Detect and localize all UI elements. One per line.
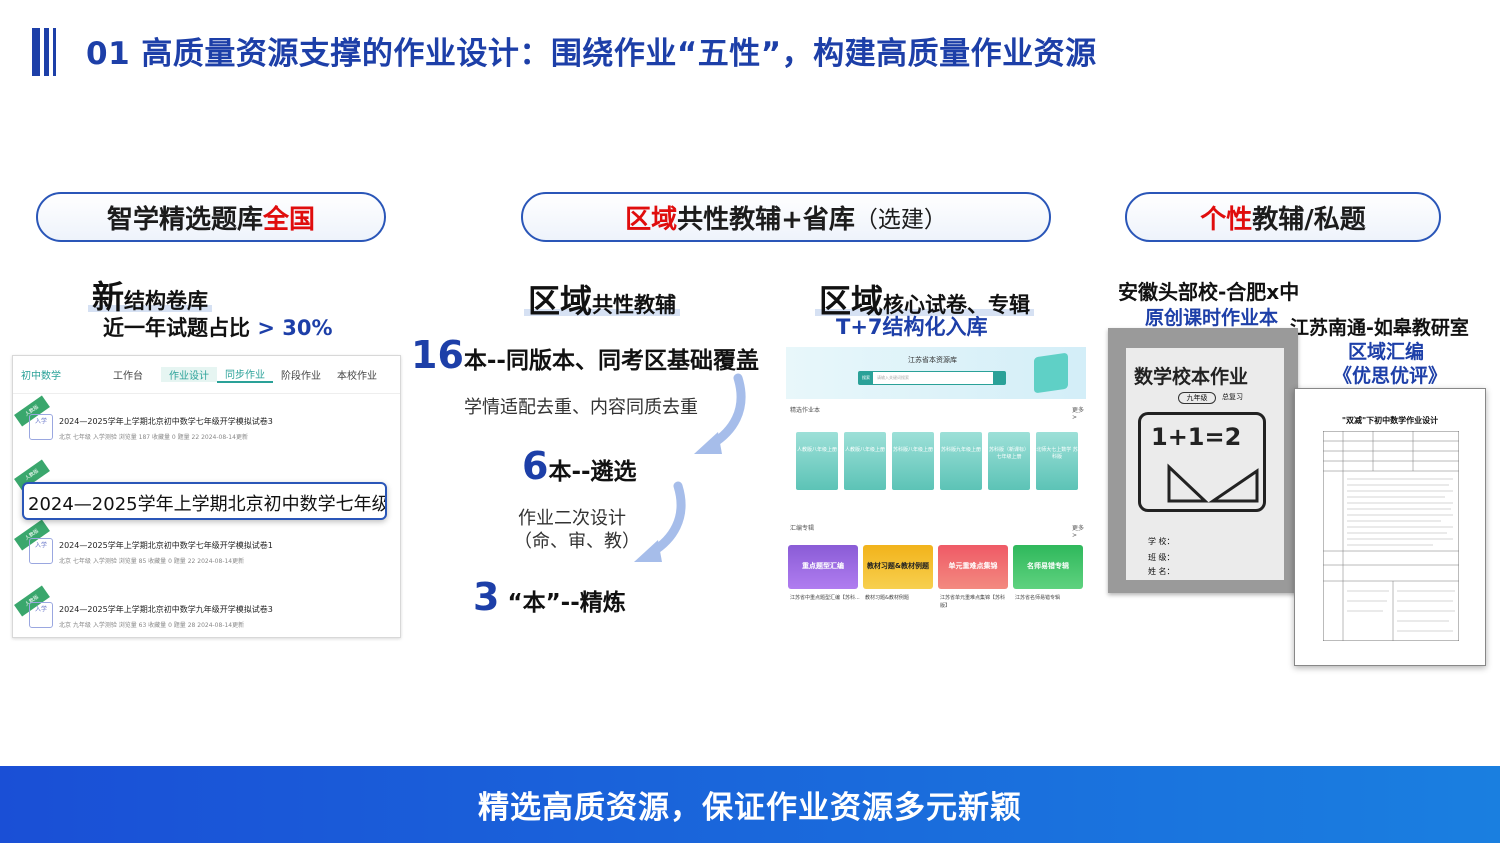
workbook-title: 数学校本作业 <box>1134 366 1249 388</box>
line-6-num: 6 <box>522 444 549 488</box>
tab-workbench[interactable]: 工作台 <box>105 367 161 382</box>
book-cover[interactable]: 人教版八年级上册 <box>796 432 838 490</box>
pill-left-part2: 全国 <box>263 204 316 235</box>
left-heading-rest: 结构卷库 <box>124 289 209 313</box>
book-cover[interactable]: 苏科版（新课标）七年级上册 <box>988 432 1030 490</box>
ruler-triangle-icon <box>1167 463 1259 503</box>
book-illustration-icon <box>1034 352 1068 394</box>
center-col1-heading: 区域共性教辅 <box>524 276 681 322</box>
line-3-num: 3 <box>473 575 500 619</box>
school-workbook-photo: 数学校本作业 九年级 总复习 1+1=2 学 校： 班 级： 姓 名： <box>1108 328 1298 593</box>
more-link[interactable]: 更多 > <box>1072 523 1086 539</box>
item-meta: 北京 九年级 入学测验 浏览量 63 收藏量 0 题量 28 2024-08-1… <box>59 622 245 629</box>
line-3: 3 “本”--精炼 <box>473 575 626 619</box>
center-col1-rest: 共性教辅 <box>592 293 677 317</box>
workbook-grade: 九年级 <box>1178 392 1216 404</box>
pill-center-dark: 共性教辅+省库 <box>677 204 855 235</box>
doc-icon: 入学 <box>29 538 53 564</box>
left-heading-big: 新 <box>92 278 125 316</box>
line-16-sub: 学情适配去重、内容同质去重 <box>464 397 698 418</box>
blackboard-icon: 1+1=2 <box>1138 412 1266 512</box>
footer-banner: 精选高质资源，保证作业资源多元新颖 <box>0 766 1500 843</box>
card-caption: 江苏省名师易错专辑 <box>1015 595 1061 601</box>
school1-sub: 原创课时作业本 <box>1145 307 1279 329</box>
pill-center-red: 区域 <box>625 204 678 235</box>
pill-right-dark: 教辅/私题 <box>1252 204 1366 235</box>
footer-text: 精选高质资源，保证作业资源多元新颖 <box>478 790 1022 826</box>
list-item[interactable]: 人教版 入学 2024—2025学年上学期北京初中数学九年级开学模拟试卷3 北京… <box>13 585 400 637</box>
card-caption: 教材习题&教材例题 <box>865 595 909 601</box>
compilation-card[interactable]: 单元重难点集锦 <box>938 545 1008 589</box>
tab-school-homework[interactable]: 本校作业 <box>329 367 385 382</box>
school2-name: 江苏南通-如皋教研室 <box>1290 317 1469 339</box>
center-col1-big: 区域 <box>528 282 593 320</box>
zoomed-title-callout: 2024—2025学年上学期北京初中数学七年级开学 <box>22 482 387 520</box>
workbook-note: 总复习 <box>1222 393 1243 401</box>
curved-arrow-icon <box>634 481 686 562</box>
school2-sub2: 《优思优评》 <box>1333 365 1448 387</box>
library-search-box[interactable]: 搜索 请输入关键词搜索 <box>858 371 1006 385</box>
doc-icon: 入学 <box>29 602 53 628</box>
pill-national-bank: 智学精选题库 全国 <box>36 192 386 242</box>
left-subline: 近一年试题占比 > 30% <box>103 312 332 342</box>
item-title: 2024—2025学年上学期北京初中数学九年级开学模拟试卷3 <box>59 605 273 614</box>
list-item[interactable]: 人教版 入学 2024—2025学年上学期北京初中数学七年级开学模拟试卷3 北京… <box>13 395 400 458</box>
item-meta: 北京 七年级 入学测验 浏览量 85 收藏量 0 题量 22 2024-08-1… <box>59 558 245 565</box>
pill-personal: 个性 教辅/私题 <box>1125 192 1441 242</box>
item-meta: 北京 七年级 入学测验 浏览量 187 收藏量 0 题量 22 2024-08-… <box>59 434 248 441</box>
pill-regional: 区域 共性教辅+省库 （选建） <box>521 192 1051 242</box>
workbook-cover: 数学校本作业 九年级 总复习 1+1=2 学 校： 班 级： 姓 名： <box>1126 348 1284 580</box>
section-compilations: 汇编专辑 <box>790 525 815 532</box>
list-item[interactable]: 人教版 入学 2024—2025学年上学期北京初中数学七年级开学模拟试卷1 北京… <box>13 519 400 582</box>
compilation-card[interactable]: 名师易错专辑 <box>1013 545 1083 589</box>
compilation-card[interactable]: 重点题型汇编 <box>788 545 858 589</box>
left-subline-value: > 30% <box>257 316 333 340</box>
field-name: 姓 名： <box>1148 567 1175 576</box>
left-subline-text: 近一年试题占比 <box>103 316 250 340</box>
doc-icon: 入学 <box>29 414 53 440</box>
tab-subject[interactable]: 初中数学 <box>13 367 105 382</box>
tab-stage-homework[interactable]: 阶段作业 <box>273 367 329 382</box>
search-icon[interactable] <box>993 372 1005 384</box>
question-bank-tabs: 初中数学 工作台 作业设计 同步作业 阶段作业 本校作业 <box>13 356 400 394</box>
section-featured-books: 精选作业本 <box>790 407 821 414</box>
header-bar <box>44 28 49 76</box>
document-title: "双减"下初中数学作业设计 <box>1341 416 1439 425</box>
school2-sub1: 区域汇编 <box>1348 341 1425 363</box>
book-cover[interactable]: 苏科版九年级上册 <box>940 432 982 490</box>
field-school: 学 校： <box>1148 537 1175 546</box>
school1-name: 安徽头部校-合肥x中 <box>1118 280 1300 304</box>
compilation-card[interactable]: 教材习题&教材例题 <box>863 545 933 589</box>
item-title: 2024—2025学年上学期北京初中数学七年级开学模拟试卷1 <box>59 541 273 550</box>
line-3-text: “本”--精炼 <box>507 590 626 616</box>
book-cover[interactable]: 北师大七上数学 苏科版 <box>1036 432 1078 490</box>
card-caption: 江苏省中重点题型汇编【苏科... <box>790 595 860 601</box>
document-table <box>1323 431 1459 641</box>
pill-right-red: 个性 <box>1200 204 1253 235</box>
item-title: 2024—2025学年上学期北京初中数学七年级开学模拟试卷3 <box>59 417 273 426</box>
center-col2-sub: T+7结构化入库 <box>836 315 988 339</box>
card-caption: 江苏省单元重难点集锦【苏科版】 <box>940 595 1006 609</box>
book-cover[interactable]: 人教版八年级上册 <box>844 432 886 490</box>
library-banner: 江苏省本资源库 搜索 请输入关键词搜索 <box>786 347 1086 399</box>
header-bar <box>53 28 56 76</box>
curved-arrow-icon <box>694 373 746 454</box>
line-16-num: 16 <box>411 333 464 377</box>
more-link[interactable]: 更多 > <box>1072 405 1086 421</box>
pill-center-small: （选建） <box>854 207 947 233</box>
header-bar <box>32 28 40 76</box>
library-title: 江苏省本资源库 <box>908 356 957 364</box>
book-cover[interactable]: 苏科版八年级上册 <box>892 432 934 490</box>
search-label: 搜索 <box>859 372 873 384</box>
pill-left-part1: 智学精选题库 <box>106 204 263 235</box>
field-class: 班 级： <box>1148 553 1175 562</box>
workbook-equation: 1+1=2 <box>1151 423 1242 451</box>
page-title: 01 高质量资源支撑的作业设计：围绕作业“五性”，构建高质量作业资源 <box>86 36 1097 72</box>
search-placeholder: 请输入关键词搜索 <box>877 375 909 380</box>
tab-homework-design[interactable]: 作业设计 <box>161 367 217 382</box>
homework-design-document: "双减"下初中数学作业设计 <box>1294 388 1486 666</box>
tab-sync-homework[interactable]: 同步作业 <box>217 366 273 383</box>
